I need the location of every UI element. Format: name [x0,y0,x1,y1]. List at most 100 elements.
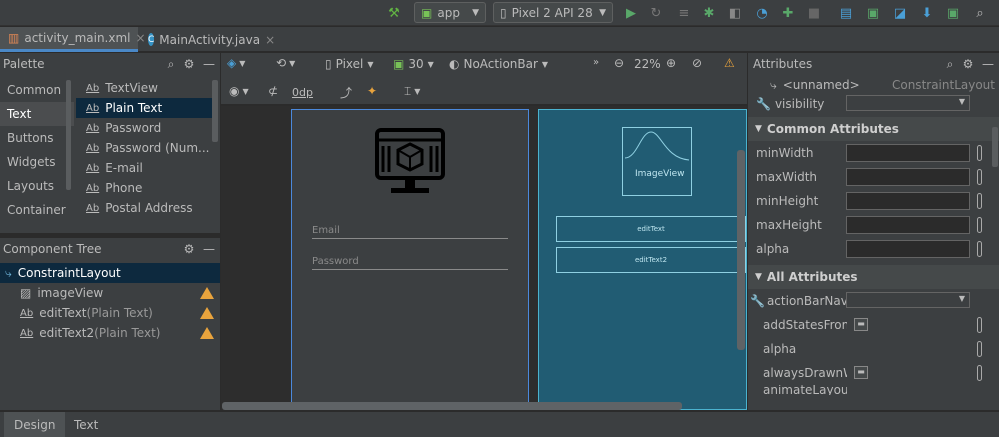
tree-item[interactable]: ▨ imageView [0,283,220,303]
tab-mainactivity-java[interactable]: C MainActivity.java × [140,27,278,52]
search-icon[interactable]: ⌕ [941,57,959,72]
attach-process-icon[interactable]: ✚ [780,5,796,21]
attr-input[interactable] [846,240,970,258]
theme-dropdown[interactable]: ◐ NoActionBar ▼ [449,57,548,71]
tree-item[interactable]: Ab editText (Plain Text) [0,303,220,323]
device-dropdown-design[interactable]: ▯ Pixel ▼ [325,57,374,71]
palette-item[interactable]: Ab E-mail [76,158,212,178]
profile-icon[interactable]: ◔ [754,5,770,21]
blueprint-edittext2[interactable]: editText2 [556,247,746,273]
palette-item[interactable]: Ab Postal Address [76,198,212,218]
guidelines-dropdown[interactable]: ⌶ ▼ [404,84,420,99]
avd-manager-icon[interactable]: ◪ [892,5,908,21]
debug-icon[interactable]: ✱ [701,5,717,21]
canvas-horizontal-scrollbar[interactable] [222,402,682,410]
gear-icon[interactable]: ⚙ [959,57,977,71]
sync-gradle-icon[interactable]: ▣ [865,5,881,21]
attr-dropdown[interactable]: ▼ [846,292,970,308]
tab-activity-main-xml[interactable]: ▥ activity_main.xml × [0,27,146,52]
minimize-icon[interactable]: — [977,57,999,71]
default-margin[interactable]: 0dp [292,86,313,99]
wrench-icon: 🔧 [750,294,765,308]
tree-item-root[interactable]: ⤷ ConstraintLayout [0,263,220,283]
warning-icon[interactable]: ⚠ [724,56,735,70]
common-attributes-section[interactable]: ▼ Common Attributes [748,117,999,141]
flag-toggle[interactable]: ▬ [854,366,868,379]
warning-icon[interactable] [200,307,214,319]
autoconnect-icon[interactable]: ⊄ [268,84,278,98]
palette-category[interactable]: Buttons [0,126,74,150]
minimize-icon[interactable]: — [198,57,220,71]
warning-icon[interactable] [200,327,214,339]
palette-item[interactable]: Ab TextView [76,78,212,98]
palette-item[interactable]: Ab Password (Num... [76,138,212,158]
visibility-dropdown[interactable]: ▼ [846,95,970,111]
attr-input[interactable] [846,216,970,234]
sdk-manager-icon[interactable]: ⬇ [919,5,935,21]
resource-picker-icon[interactable] [977,317,982,333]
categories-scrollbar[interactable] [66,80,71,190]
tree-item[interactable]: Ab editText2 (Plain Text) [0,323,220,343]
palette-scrollbar[interactable] [212,80,218,142]
clear-constraints-icon[interactable]: ⤴ [340,84,352,101]
api-dropdown[interactable]: ▣ 30 ▼ [393,57,434,71]
minimize-icon[interactable]: — [198,242,220,256]
palette-category[interactable]: Text [0,102,74,126]
orientation-dropdown[interactable]: ⟲ ▼ [276,56,295,70]
gear-icon[interactable]: ⚙ [180,57,198,71]
attr-input[interactable] [846,168,970,186]
canvas-vertical-scrollbar[interactable] [737,150,745,350]
palette-item[interactable]: Ab Password [76,118,212,138]
all-attributes-section[interactable]: ▼ All Attributes [748,265,999,289]
android-device-icon[interactable]: ▣ [945,5,961,21]
search-icon[interactable]: ⌕ [162,57,180,72]
apply-code-changes-icon[interactable]: ≡ [676,5,692,21]
zoom-in-icon[interactable]: ⊕ [666,56,676,70]
infer-constraints-icon[interactable]: ✦ [367,84,377,98]
tab-text[interactable]: Text [64,412,108,437]
stop-icon[interactable]: ■ [806,5,822,21]
resource-picker-icon[interactable] [977,169,982,185]
password-field[interactable]: Password [312,253,508,270]
build-hammer-icon[interactable]: ⚒ [386,5,402,21]
apply-changes-icon[interactable]: ↻ [648,5,664,21]
flag-toggle[interactable]: ▬ [854,318,868,331]
resource-picker-icon[interactable] [977,341,982,357]
attach-debugger-icon[interactable]: ◧ [727,5,743,21]
attr-input[interactable] [846,144,970,162]
attr-label: minHeight [756,194,819,208]
close-icon[interactable]: × [265,33,275,47]
email-field[interactable]: Email [312,222,508,239]
gear-icon[interactable]: ⚙ [180,242,198,256]
palette-category[interactable]: Container [0,198,74,222]
blueprint-edittext[interactable]: editText [556,216,746,242]
blueprint-imageview[interactable]: ImageView [622,127,692,196]
attr-input[interactable] [846,192,970,210]
zoom-out-icon[interactable]: ⊖ [614,56,624,70]
palette-category[interactable]: Common [0,78,74,102]
palette-category[interactable]: Layouts [0,174,74,198]
palette-item[interactable]: Ab Phone [76,178,212,198]
device-dropdown[interactable]: ▯ Pixel 2 API 28 ▼ [493,2,613,23]
resource-picker-icon[interactable] [977,241,982,257]
resource-picker-icon[interactable] [977,217,982,233]
run-icon[interactable]: ▶ [623,5,639,21]
resource-picker-icon[interactable] [977,365,982,381]
resource-picker-icon[interactable] [977,193,982,209]
attributes-scrollbar[interactable] [992,127,998,167]
warning-icon[interactable] [200,287,214,299]
design-surface-dropdown[interactable]: ◈ ▼ [227,56,245,70]
computer-icon[interactable] [375,128,445,196]
design-preview[interactable]: Email Password [291,109,529,410]
zoom-to-fit-icon[interactable]: ⊘ [692,56,702,70]
blueprint-preview[interactable]: ImageView editText editText2 [538,109,747,410]
project-structure-icon[interactable]: ▤ [838,5,854,21]
run-config-dropdown[interactable]: ▣ app ▼ [414,2,486,23]
view-options-dropdown[interactable]: ◉ ▼ [229,84,249,98]
tab-design[interactable]: Design [4,412,66,437]
palette-item[interactable]: Ab Plain Text [76,98,212,118]
resource-picker-icon[interactable] [977,145,982,161]
palette-category[interactable]: Widgets [0,150,74,174]
overflow-icon[interactable]: » [593,57,599,68]
search-icon[interactable]: ⌕ [972,5,988,21]
